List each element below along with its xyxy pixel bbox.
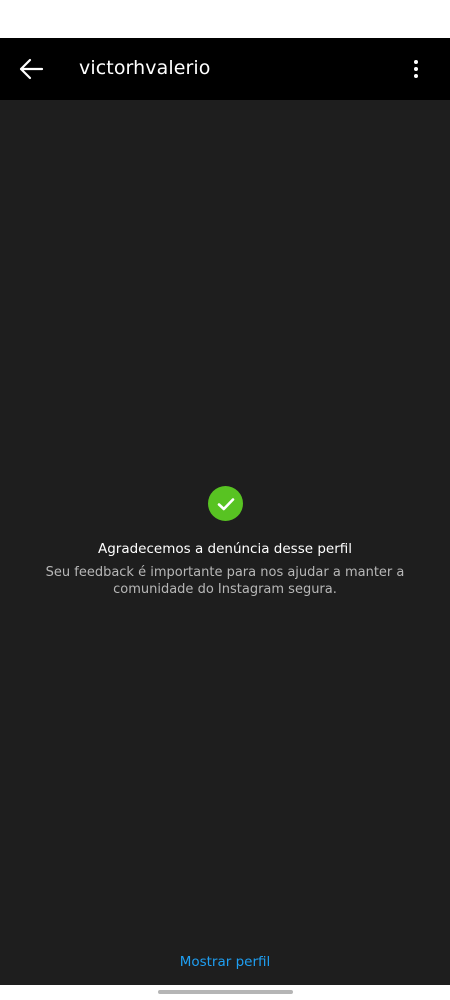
confirmation-heading: Agradecemos a denúncia desse perfil [97,541,353,557]
app-header: victorhvalerio [0,38,450,100]
arrow-left-icon [19,58,44,80]
status-bar [0,0,450,38]
vertical-ellipsis-icon [414,60,418,78]
confirmation-description: Seu feedback é importante para nos ajuda… [45,565,405,597]
more-options-button[interactable] [397,48,435,90]
home-indicator[interactable] [158,990,293,994]
check-circle-icon [208,486,243,521]
report-confirmation-panel: Agradecemos a denúncia desse perfil Seu … [0,100,450,985]
system-nav-bar [0,985,450,1000]
profile-username: victorhvalerio [79,57,211,79]
show-profile-link[interactable]: Mostrar perfil [0,953,450,971]
back-button[interactable] [10,48,52,90]
